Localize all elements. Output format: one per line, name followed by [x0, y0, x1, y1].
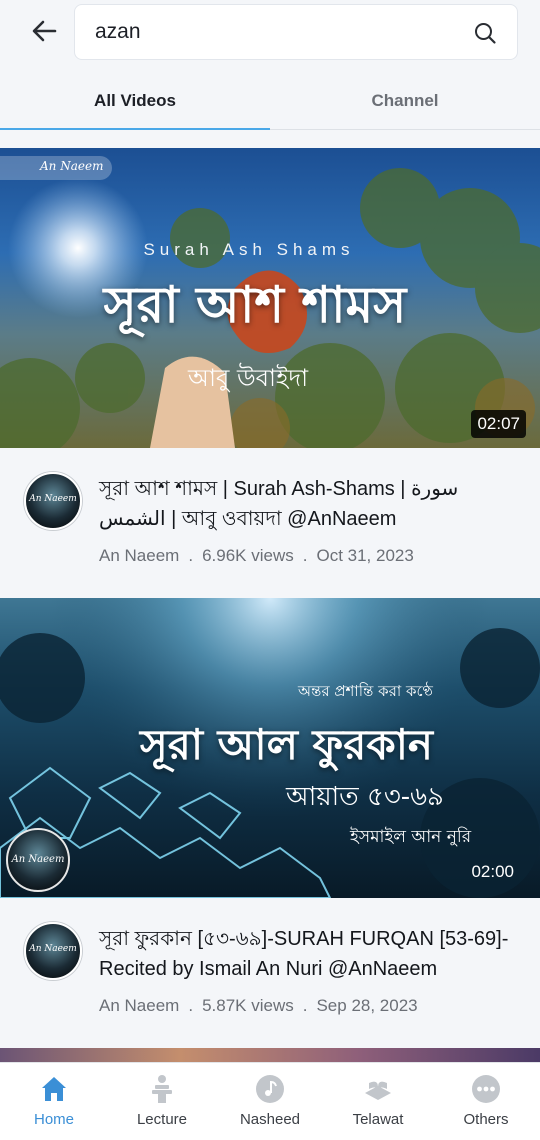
avatar-brand-text: An Naeem	[29, 944, 77, 954]
video-stats: An Naeem. 6.96K views. Oct 31, 2023	[99, 546, 414, 566]
video-duration: 02:07	[471, 410, 526, 438]
separator-dot: .	[188, 996, 194, 1015]
arrow-left-icon	[32, 20, 57, 42]
search-box[interactable]	[74, 4, 518, 60]
more-icon	[472, 1075, 500, 1103]
nav-telawat-label: Telawat	[352, 1111, 404, 1128]
results-tabs: All Videos Channel	[0, 72, 540, 130]
bottom-navigation: Home Lecture Nasheed Telawat Others	[0, 1062, 540, 1140]
brand-text: An Naeem	[40, 159, 104, 173]
nav-nasheed[interactable]: Nasheed	[216, 1063, 324, 1140]
nav-home-label: Home	[33, 1111, 74, 1128]
separator-dot: .	[302, 546, 308, 565]
video-thumbnail[interactable]: অন্তর প্রশান্তি করা কণ্ঠে সূরা আল ফুরকান…	[0, 598, 540, 898]
thumbnail-title: সূরা আশ শামস	[103, 276, 407, 334]
video-info[interactable]: An Naeem সূরা আশ শামস | Surah Ash-Shams …	[0, 448, 540, 598]
separator-dot: .	[188, 546, 194, 565]
video-stats: An Naeem. 5.87K views. Sep 28, 2023	[99, 996, 418, 1016]
view-count: 6.96K views	[202, 546, 294, 565]
search-input[interactable]	[95, 20, 455, 44]
nasheed-icon	[256, 1075, 284, 1103]
video-title[interactable]: সূরা ফুরকান [৫৩-৬৯]-SURAH FURQAN [53-69]…	[99, 924, 529, 984]
brand-badge: An Naeem	[0, 156, 112, 180]
view-count: 5.87K views	[202, 996, 294, 1015]
lecture-icon	[152, 1075, 172, 1103]
nav-lecture[interactable]: Lecture	[108, 1063, 216, 1140]
nav-home[interactable]: Home	[0, 1063, 108, 1140]
upload-date: Sep 28, 2023	[316, 996, 418, 1015]
nav-telawat[interactable]: Telawat	[324, 1063, 432, 1140]
upload-date: Oct 31, 2023	[316, 546, 414, 565]
thumbnail-verses: আয়াত ৫৩-৬৯	[286, 782, 444, 812]
back-button[interactable]	[26, 14, 62, 48]
quran-icon	[365, 1081, 391, 1100]
next-video-thumbnail[interactable]	[0, 1048, 540, 1062]
thumbnail-reciter: ইসমাইল আন নুরি	[350, 827, 472, 847]
thumbnail-title: সূরা আল ফুরকান	[140, 720, 433, 769]
video-title[interactable]: সূরা আশ শামস | Surah Ash-Shams | سورة ال…	[99, 474, 529, 534]
nav-others-label: Others	[463, 1111, 509, 1128]
channel-avatar[interactable]: An Naeem	[24, 472, 82, 530]
channel-avatar[interactable]: An Naeem	[24, 922, 82, 980]
brand-logo-circle: An Naeem	[6, 828, 70, 892]
nav-nasheed-label: Nasheed	[239, 1111, 301, 1128]
nav-others[interactable]: Others	[432, 1063, 540, 1140]
active-tab-indicator	[0, 128, 270, 130]
separator-dot: .	[302, 996, 308, 1015]
nav-lecture-label: Lecture	[136, 1111, 188, 1128]
brand-text: An Naeem	[11, 854, 65, 865]
search-icon[interactable]	[473, 21, 497, 45]
channel-name[interactable]: An Naeem	[99, 996, 179, 1015]
avatar-brand-text: An Naeem	[29, 494, 77, 504]
tab-channel[interactable]: Channel	[270, 72, 540, 130]
search-header	[0, 0, 540, 70]
thumbnail-tagline: অন্তর প্রশান্তি করা কণ্ঠে	[298, 682, 433, 700]
video-thumbnail[interactable]: An Naeem Surah Ash Shams সূরা আশ শামস আব…	[0, 148, 540, 448]
thumbnail-subtitle: Surah Ash Shams	[143, 240, 355, 259]
video-duration: 02:00	[471, 862, 514, 881]
video-info[interactable]: An Naeem সূরা ফুরকান [৫৩-৬৯]-SURAH FURQA…	[0, 898, 540, 1048]
home-icon	[42, 1077, 66, 1101]
channel-name[interactable]: An Naeem	[99, 546, 179, 565]
tab-all-videos[interactable]: All Videos	[0, 72, 270, 130]
thumbnail-reciter: আবু উবাইদা	[188, 364, 309, 392]
